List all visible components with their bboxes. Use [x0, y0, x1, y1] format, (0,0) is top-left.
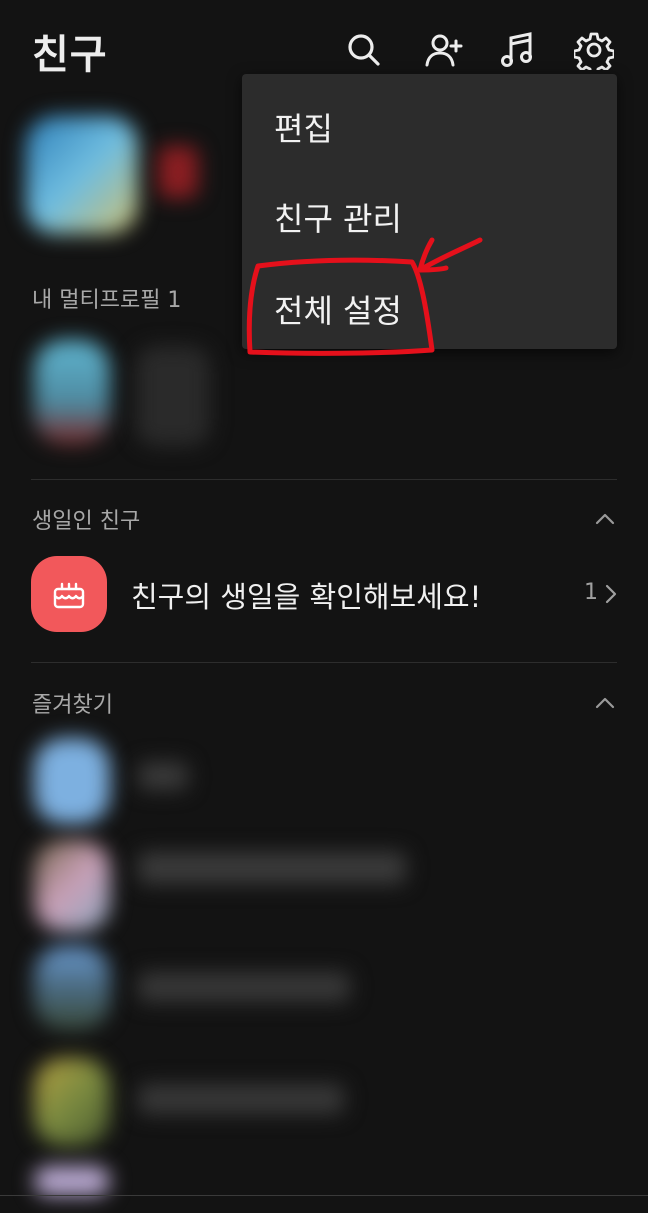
birthday-count: 1 [584, 580, 598, 605]
avatar [34, 738, 110, 824]
birthday-friends-row[interactable]: 친구의 생일을 확인해보세요! 1 [0, 552, 648, 636]
multiprofile-name [136, 346, 210, 446]
settings-dropdown-menu: 편집 친구 관리 전체 설정 [242, 74, 617, 349]
avatar [34, 1166, 110, 1196]
add-friend-icon[interactable] [421, 28, 465, 72]
section-divider [31, 662, 617, 663]
list-item-name [138, 972, 350, 1002]
multiprofile-avatar [34, 340, 110, 444]
menu-item-manage-friends[interactable]: 친구 관리 [242, 172, 617, 252]
list-item-name [138, 852, 406, 884]
favorites-collapse-chevron-icon[interactable] [592, 690, 618, 716]
avatar [34, 946, 110, 1030]
multiprofile-section-label: 내 멀티프로필 1 [32, 288, 182, 313]
menu-item-edit[interactable]: 편집 [242, 82, 617, 162]
section-divider [31, 479, 617, 480]
bottom-divider [0, 1195, 648, 1196]
birthday-message: 친구의 생일을 확인해보세요! [131, 580, 482, 614]
avatar [34, 840, 110, 932]
favorites-section-label: 즐겨찾기 [32, 693, 113, 718]
menu-item-label: 전체 설정 [274, 292, 402, 330]
chevron-right-icon [600, 582, 620, 606]
menu-item-label: 편집 [274, 110, 333, 148]
profile-avatar [26, 116, 138, 234]
list-item-name [138, 1084, 344, 1114]
search-icon[interactable] [342, 28, 386, 72]
menu-item-label: 친구 관리 [274, 200, 402, 238]
music-icon[interactable] [496, 28, 540, 72]
profile-image-fragment [158, 146, 198, 198]
cake-icon [31, 556, 107, 632]
birthday-collapse-chevron-icon[interactable] [592, 506, 618, 532]
avatar [34, 1058, 110, 1146]
birthday-section-label: 생일인 친구 [32, 509, 141, 534]
settings-icon[interactable] [572, 28, 616, 72]
menu-item-all-settings[interactable]: 전체 설정 [242, 264, 617, 344]
list-item-name [138, 762, 188, 790]
page-title: 친구 [32, 32, 108, 78]
